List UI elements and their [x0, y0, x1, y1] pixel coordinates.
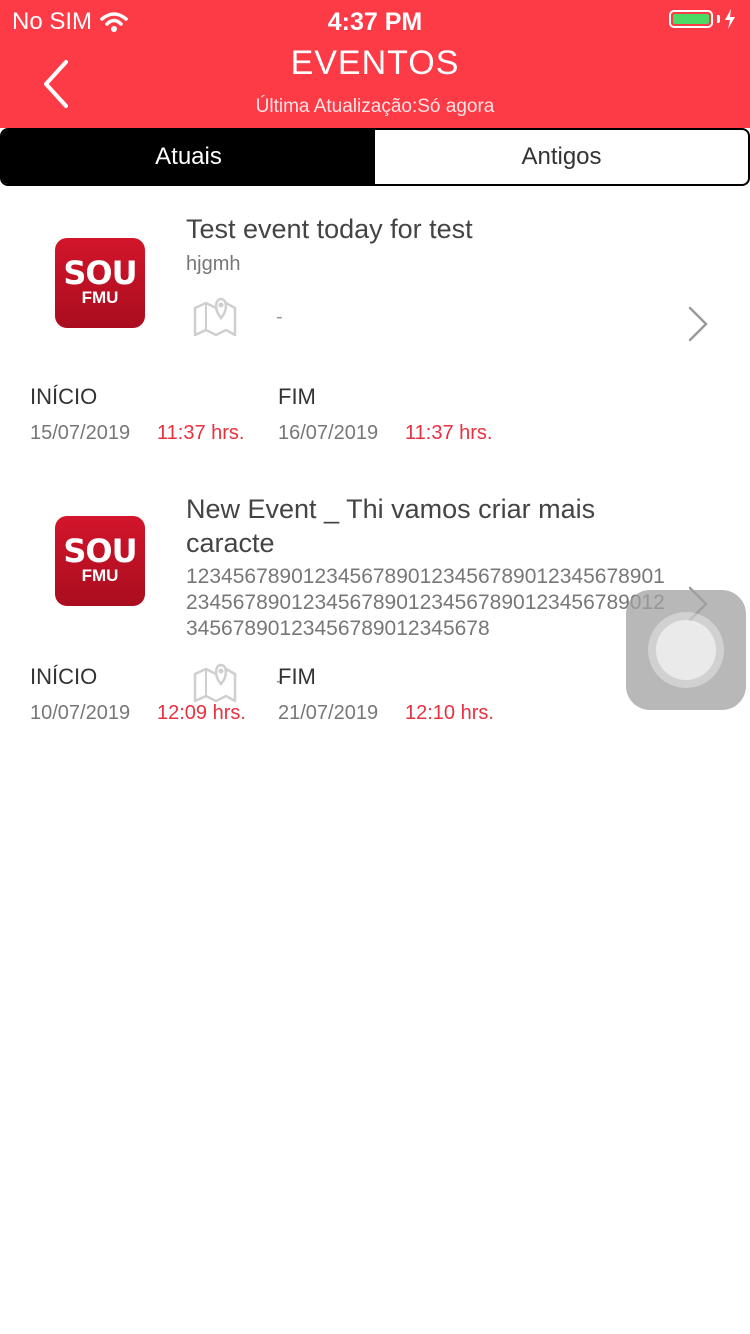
- event-description: 1234567890123456789012345678901234567890…: [186, 565, 665, 640]
- tab-antigos[interactable]: Antigos: [375, 130, 748, 184]
- event-location: -: [276, 306, 283, 328]
- end-time: 11:37 hrs.: [405, 422, 493, 444]
- event-row[interactable]: SOU FMU Test event today for test hjgmh …: [0, 186, 750, 466]
- start-label: INÍCIO: [30, 664, 98, 689]
- map-pin-icon: [193, 297, 237, 337]
- tab-atuais[interactable]: Atuais: [2, 130, 375, 184]
- event-subtitle: hjgmh: [186, 253, 241, 275]
- nav-header: No SIM 4:37 PM EVENTOS Última Atualizaçã…: [0, 0, 750, 128]
- start-date: 15/07/2019: [30, 422, 131, 444]
- logo-line1: SOU: [63, 532, 137, 570]
- page-title: EVENTOS: [290, 44, 460, 82]
- end-label: FIM: [278, 664, 316, 689]
- end-label: FIM: [278, 384, 316, 409]
- status-time: 4:37 PM: [327, 8, 423, 36]
- battery-tip: [717, 15, 720, 23]
- start-label: INÍCIO: [30, 384, 98, 409]
- event-title: New Event _ Thi vamos criar mais caracte: [186, 494, 596, 558]
- assistive-touch-core: [656, 620, 716, 680]
- end-date: 21/07/2019: [278, 702, 379, 724]
- battery-indicator: [669, 9, 736, 29]
- battery-fill: [673, 14, 709, 24]
- logo-line2: FMU: [81, 566, 119, 585]
- map-pin-icon: [193, 663, 237, 703]
- end-date: 16/07/2019: [278, 422, 379, 444]
- chevron-right-icon[interactable]: [686, 304, 710, 344]
- battery-icon: [669, 10, 713, 28]
- last-update-label: Última Atualização:Só agora: [255, 96, 495, 117]
- logo-line1: SOU: [63, 254, 137, 292]
- end-time: 12:10 hrs.: [405, 702, 494, 724]
- assistive-touch-button[interactable]: [626, 590, 746, 710]
- charging-bolt-icon: [725, 9, 735, 29]
- event-title: Test event today for test: [186, 214, 473, 244]
- sou-fmu-logo: SOU FMU: [55, 238, 145, 328]
- start-time: 12:09 hrs.: [157, 702, 246, 724]
- start-date: 10/07/2019: [30, 702, 131, 724]
- segmented-control: Atuais Antigos: [0, 128, 750, 186]
- logo-line2: FMU: [81, 288, 119, 307]
- sou-fmu-logo: SOU FMU: [55, 516, 145, 606]
- start-time: 11:37 hrs.: [157, 422, 245, 444]
